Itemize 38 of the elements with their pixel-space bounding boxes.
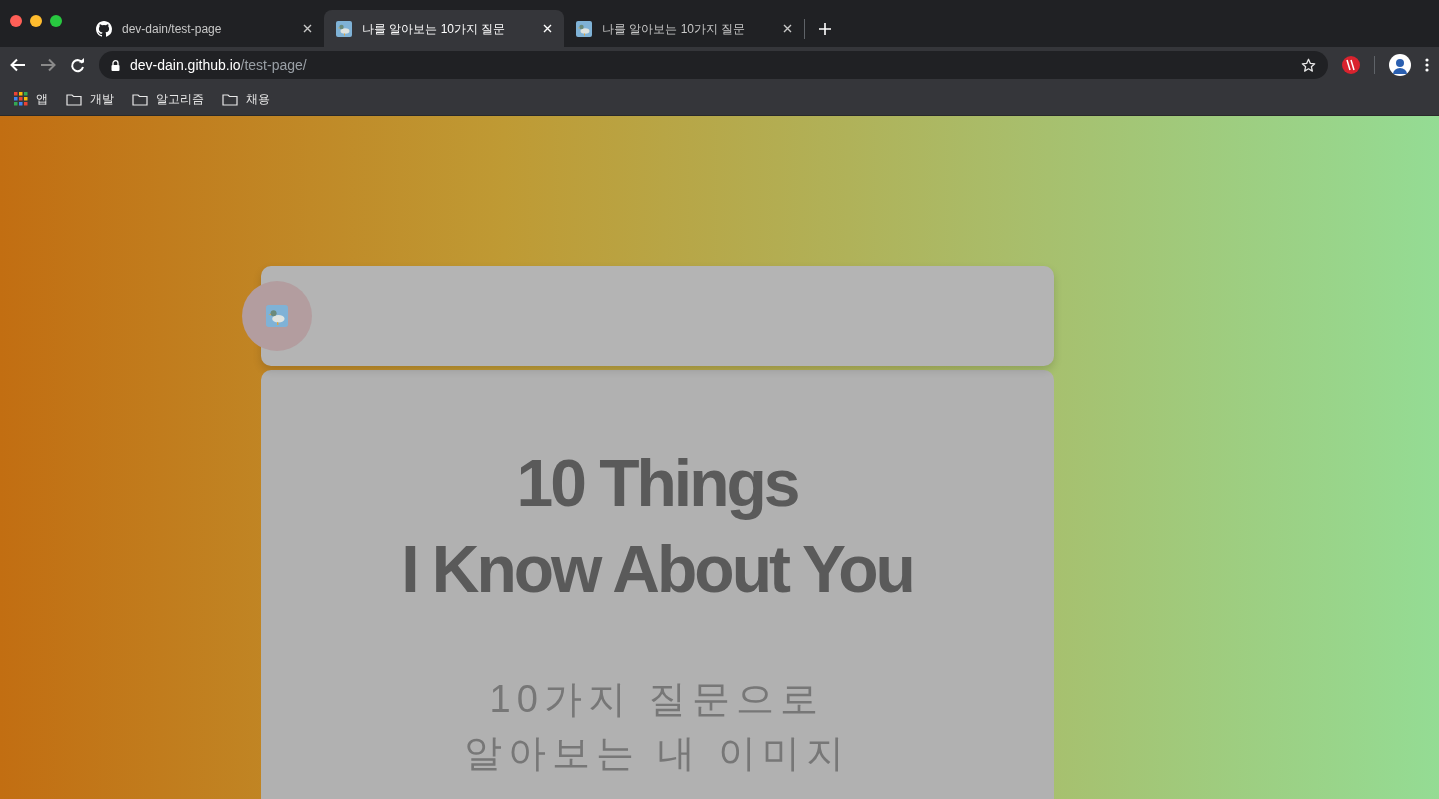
bookmark-item[interactable]: 알고리즘 bbox=[132, 90, 204, 108]
folder-icon bbox=[66, 92, 82, 106]
new-tab-icon[interactable] bbox=[819, 23, 831, 35]
duck-icon bbox=[576, 20, 592, 37]
close-tab-icon[interactable] bbox=[303, 24, 312, 33]
maximize-window-button[interactable] bbox=[50, 14, 62, 27]
bookmark-item[interactable]: 개발 bbox=[66, 90, 114, 108]
address-bar[interactable]: dev-dain.github.io/test-page/ bbox=[99, 51, 1328, 79]
browser-tab[interactable]: 나를 알아보는 10가지 질문 bbox=[564, 10, 804, 47]
page-title: 10 Things bbox=[516, 445, 798, 522]
folder-icon bbox=[132, 92, 148, 106]
tab-title: 나를 알아보는 10가지 질문 bbox=[602, 20, 747, 38]
back-arrow-icon[interactable] bbox=[10, 58, 26, 72]
minimize-window-button[interactable] bbox=[30, 14, 42, 27]
extension-icon[interactable] bbox=[1342, 56, 1360, 74]
browser-tab[interactable]: 나를 알아보는 10가지 질문 bbox=[324, 10, 564, 47]
duck-icon bbox=[265, 305, 288, 327]
menu-icon[interactable] bbox=[1425, 58, 1429, 72]
apps-grid-icon bbox=[14, 92, 28, 106]
tab-title: 나를 알아보는 10가지 질문 bbox=[362, 20, 507, 38]
profile-avatar-icon[interactable] bbox=[1389, 54, 1411, 76]
forward-arrow-icon[interactable] bbox=[40, 58, 56, 72]
folder-icon bbox=[222, 92, 238, 106]
duck-icon bbox=[336, 20, 352, 37]
bookmark-item[interactable]: 앱 bbox=[14, 90, 48, 108]
close-tab-icon[interactable] bbox=[783, 24, 792, 33]
github-cat-icon bbox=[96, 20, 112, 37]
lock-icon bbox=[111, 59, 120, 71]
close-window-button[interactable] bbox=[10, 14, 22, 27]
page-title: I Know About You bbox=[401, 531, 913, 608]
tab-title: dev-dain/test-page bbox=[122, 20, 223, 38]
page-subtitle: 10가지 질문으로 bbox=[489, 677, 825, 722]
page-subtitle: 알아보는 내 이미지 bbox=[464, 731, 850, 776]
reload-icon[interactable] bbox=[70, 57, 85, 73]
bookmark-star-icon[interactable] bbox=[1301, 57, 1316, 73]
url-text: dev-dain.github.io/test-page/ bbox=[130, 55, 308, 75]
bookmark-item[interactable]: 채용 bbox=[222, 90, 270, 108]
browser-tab[interactable]: dev-dain/test-page bbox=[84, 10, 324, 47]
